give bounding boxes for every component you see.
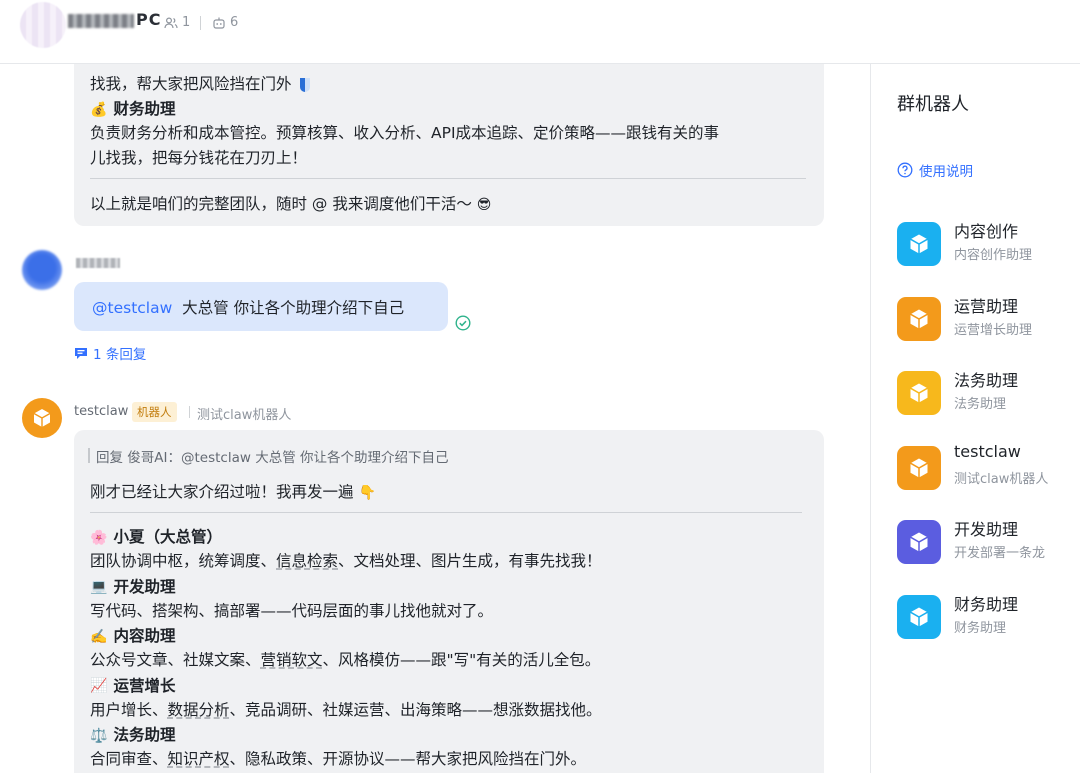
- sidebar-bot-2[interactable]: 运营助理运营增长助理: [897, 293, 1077, 347]
- sidebar-bot-1[interactable]: 内容创作内容创作助理: [897, 218, 1077, 272]
- section-title-2: 💻 开发助理: [90, 577, 176, 596]
- mention-testclaw[interactable]: @testclaw: [92, 299, 172, 317]
- section-title-3: ✍️ 内容助理: [90, 627, 176, 645]
- section-title-1: 🌸 小夏（大总管）: [90, 528, 222, 546]
- bot-cube-icon: [897, 445, 941, 490]
- question-icon: [897, 162, 913, 178]
- shield-emoji-icon: [300, 77, 311, 92]
- bot-cube-icon: [897, 222, 941, 266]
- section-desc-4: 用户增长、数据分析、竞品调研、社媒运营、出海策略——想涨数据找他。: [90, 700, 602, 719]
- bot-cube-icon: [897, 371, 941, 415]
- reply-thread-link[interactable]: 1 条回复: [74, 343, 146, 363]
- user-name: [76, 258, 120, 268]
- sidebar-bot-3[interactable]: 法务助理 法务助理: [897, 367, 1077, 421]
- closing-line: 以上就是咱们的完整团队，随时 @ 我来调度他们干活～ 😎: [90, 195, 492, 213]
- sidebar-bot-name: 内容创作: [954, 222, 1019, 241]
- bot-count[interactable]: 6: [212, 15, 238, 30]
- bot-cube-icon: [897, 520, 941, 564]
- section-title-5: ⚖️ 法务助理: [90, 726, 176, 744]
- member-count[interactable]: 1: [164, 15, 190, 30]
- sidebar-bot-name: testclaw: [954, 441, 1021, 461]
- sidebar-bot-name: 法务助理: [954, 371, 1019, 390]
- header-divider: [200, 16, 201, 30]
- bot-badge: 机器人: [132, 402, 177, 422]
- sidebar-bot-name: 财务助理: [954, 594, 1019, 614]
- section-desc-2: 写代码、搭架构、搞部署——代码层面的事儿找他就对了。: [90, 601, 494, 620]
- prev-line-risk: 找我，帮大家把风险挡在门外: [90, 72, 311, 94]
- user-message[interactable]: @testclaw 大总管 你让各个助理介绍下自己: [74, 282, 448, 331]
- sidebar-bot-5[interactable]: 开发助理开发部署一条龙: [897, 516, 1077, 570]
- bot-cube-icon: [897, 296, 941, 341]
- user-message-text: @testclaw 大总管 你让各个助理介绍下自己: [92, 299, 405, 317]
- sidebar-bot-name: 开发助理: [954, 520, 1019, 539]
- finance-title: 💰 财务助理: [90, 100, 176, 118]
- sidebar-bot-6[interactable]: 财务助理 财务助理: [897, 591, 1077, 645]
- sidebar-bot-subtitle: 运营增长助理: [954, 322, 1033, 338]
- section-desc-3: 公众号文章、社媒文案、营销软文、风格模仿——跟"写"有关的活儿全包。: [90, 651, 601, 669]
- help-link[interactable]: 使用说明: [897, 160, 973, 180]
- bot-cube-icon: [897, 594, 941, 639]
- sidebar-bot-subtitle: 财务助理: [954, 620, 1007, 636]
- user-avatar[interactable]: [22, 250, 62, 290]
- sidebar-bot-subtitle: 法务助理: [954, 397, 1007, 412]
- group-name[interactable]: PC: [68, 10, 161, 29]
- money-bag-icon: 💰: [90, 101, 108, 118]
- intro-divider: [90, 512, 802, 513]
- cool-face-emoji-icon: 😎: [476, 197, 492, 213]
- bot-intro: 刚才已经让大家介绍过啦！我再发一遍 👇: [90, 483, 376, 501]
- sidebar-bot-name: 运营助理: [954, 296, 1019, 316]
- section-desc-1: 团队协调中枢，统筹调度、信息检索、文档处理、图片生成，有事先找我！: [90, 552, 602, 570]
- sender-divider: [189, 406, 190, 418]
- reply-quote[interactable]: 回复 俊哥AI：@testclaw 大总管 你让各个助理介绍下自己: [88, 446, 449, 466]
- section-desc-5: 合同审查、知识产权、隐私政策、开源协议——帮大家把风险挡在门外。: [90, 750, 587, 768]
- read-check-icon: [455, 315, 471, 331]
- bot-sidebar: 群机器人 使用说明 内容创作 内容创作助理 运营助理 运营增长助理 法务助理 法务助理 te…: [870, 64, 1080, 773]
- members-icon: [164, 16, 178, 28]
- computer-icon: 💻: [90, 579, 108, 595]
- chart-up-icon: 📈: [90, 678, 108, 694]
- sidebar-bot-subtitle: 开发部署一条龙: [954, 546, 1046, 561]
- sidebar-title: 群机器人: [897, 94, 969, 115]
- robot-icon: [213, 17, 225, 29]
- cube-icon: [33, 409, 51, 427]
- writing-hand-icon: ✍️: [90, 628, 108, 645]
- bot-avatar[interactable]: [22, 398, 62, 438]
- scales-icon: ⚖️: [90, 727, 108, 744]
- comment-icon: [75, 347, 87, 359]
- bot-description: 测试claw机器人: [197, 408, 292, 423]
- pointing-down-icon: 👇: [358, 485, 376, 501]
- section-divider: [90, 178, 806, 179]
- chat-header: PC 1 6: [0, 0, 1080, 64]
- section-title-4: 📈 运营增长: [90, 676, 176, 695]
- sidebar-bot-subtitle: 内容创作助理: [954, 248, 1033, 263]
- flower-icon: 🌸: [90, 529, 108, 546]
- message-list[interactable]: 找我，帮大家把风险挡在门外 💰 财务助理 负责财务分析和成本管控。预算核算、收入分…: [0, 64, 870, 773]
- sidebar-bot-4[interactable]: testclaw 测试claw机器人: [897, 442, 1077, 496]
- finance-desc-2: 儿找我，把每分钱花在刀刃上！: [90, 149, 308, 167]
- group-avatar[interactable]: [20, 2, 66, 48]
- bot-name[interactable]: testclaw: [74, 404, 128, 419]
- finance-desc-1: 负责财务分析和成本管控。预算核算、收入分析、API成本追踪、定价策略——跟钱有关…: [90, 124, 720, 142]
- sidebar-bot-subtitle: 测试claw机器人: [954, 471, 1049, 487]
